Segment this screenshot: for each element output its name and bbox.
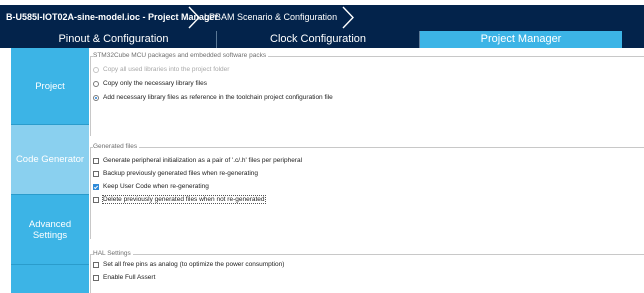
checkbox-label: Delete previously generated files when n… [102, 195, 266, 204]
tab-pinout-configuration[interactable]: Pinout & Configuration [11, 31, 216, 48]
radio-copy-all-libraries[interactable]: Copy all used libraries into the project… [93, 66, 229, 73]
packs-group-title: STM32Cube MCU packages and embedded soft… [93, 52, 269, 59]
checkbox-free-pins-analog[interactable]: Set all free pins as analog (to optimize… [93, 261, 284, 268]
radio-button[interactable] [93, 80, 99, 87]
chevron-right-icon [342, 6, 354, 29]
group-border-generated [90, 147, 644, 148]
checkbox-label: Enable Full Assert [103, 274, 156, 281]
radio-button[interactable] [93, 66, 99, 73]
group-border-packs-left [90, 56, 91, 136]
radio-label: Copy only the necessary library files [103, 80, 208, 87]
chevron-right-icon [188, 6, 200, 29]
sidenav-item-project[interactable]: Project [11, 48, 89, 124]
checkbox[interactable] [93, 157, 99, 164]
tab-project-manager[interactable]: Project Manager [420, 31, 622, 48]
checkbox-label: Set all free pins as analog (to optimize… [103, 261, 285, 268]
checkbox[interactable] [93, 196, 99, 203]
checkbox-label: Generate peripheral initialization as a … [103, 157, 303, 164]
sidenav-item-code-generator[interactable]: Code Generator [11, 125, 89, 194]
checkbox[interactable] [93, 170, 99, 177]
breadcrumb: B-U585I-IOT02A-sine-model.ioc - Project … [0, 0, 644, 30]
checkbox-label: Keep User Code when re-generating [103, 183, 209, 190]
tab-clock-configuration[interactable]: Clock Configuration [217, 31, 419, 48]
sidenav-divider [11, 264, 89, 265]
checkbox-enable-full-assert[interactable]: Enable Full Assert [93, 274, 155, 281]
hal-group-title: HAL Settings [93, 250, 133, 257]
radio-label: Copy all used libraries into the project… [103, 66, 230, 73]
checkbox-delete-previous-files[interactable]: Delete previously generated files when n… [93, 195, 266, 204]
breadcrumb-scenario[interactable]: LPBAM Scenario & Configuration [204, 5, 337, 30]
checkbox-label: Backup previously generated files when r… [103, 170, 259, 177]
sidenav-item-advanced-settings[interactable]: Advanced Settings [11, 195, 89, 264]
checkbox-checked[interactable] [93, 183, 99, 190]
group-border-hal-left [90, 254, 91, 293]
radio-label: Add necessary library files as reference… [103, 94, 333, 101]
checkbox[interactable] [93, 274, 99, 281]
radio-copy-necessary-files[interactable]: Copy only the necessary library files [93, 80, 207, 87]
checkbox[interactable] [93, 261, 99, 268]
generated-group-title: Generated files [93, 143, 140, 150]
checkbox-generate-peripheral-pairs[interactable]: Generate peripheral initialization as a … [93, 157, 302, 164]
group-border-hal [90, 254, 644, 255]
checkbox-backup-previous-files[interactable]: Backup previously generated files when r… [93, 170, 258, 177]
checkbox-keep-user-code[interactable]: Keep User Code when re-generating [93, 183, 209, 190]
radio-add-as-reference[interactable]: Add necessary library files as reference… [93, 94, 333, 101]
radio-button-selected[interactable] [93, 94, 99, 101]
group-border-generated-left [90, 147, 91, 239]
